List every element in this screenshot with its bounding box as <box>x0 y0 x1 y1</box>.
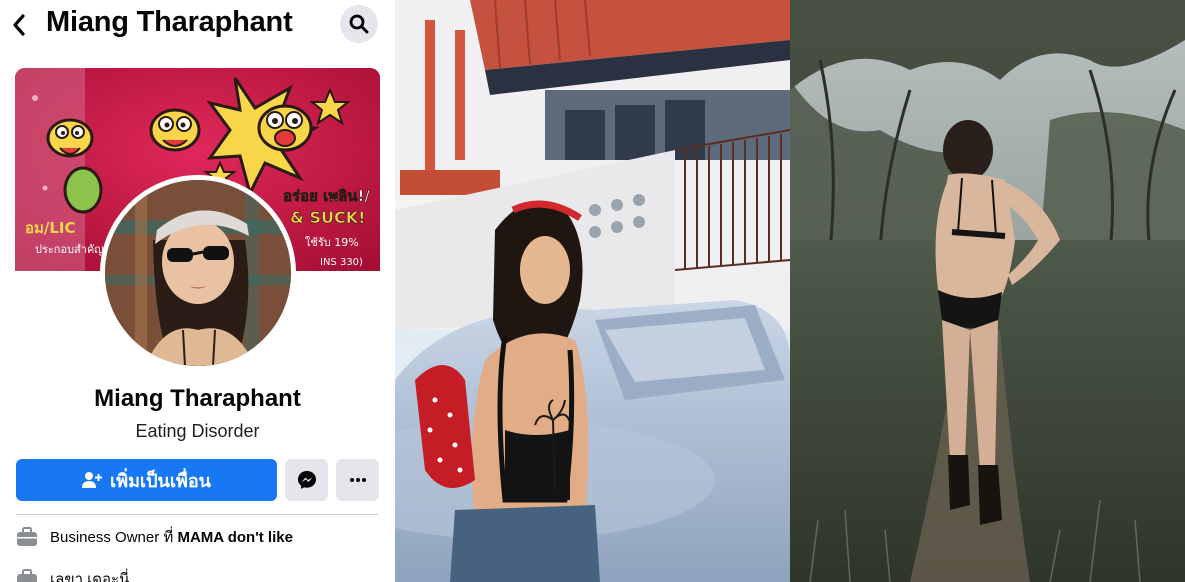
cover-text-line-5: ใช้รับ 19% <box>305 236 359 249</box>
work-prefix: Business Owner ที่ <box>50 529 174 546</box>
add-friend-button[interactable]: เพิ่มเป็นเพื่อน <box>16 459 277 501</box>
briefcase-icon <box>16 568 38 582</box>
add-friend-label: เพิ่มเป็นเพื่อน <box>110 470 211 491</box>
profile-bio: Eating Disorder <box>135 421 260 441</box>
profile-panel: Miang Tharaphant อร่อย เพลิน!/ & SUCK! อ… <box>0 0 395 582</box>
search-icon <box>349 14 369 34</box>
info-work: Business Owner ที่ MAMA don't like <box>16 524 293 550</box>
add-person-icon <box>82 472 103 488</box>
search-button[interactable] <box>340 5 378 43</box>
chevron-left-icon <box>13 14 25 36</box>
more-horizontal-icon <box>349 478 366 482</box>
avatar[interactable] <box>100 175 296 371</box>
cover-text-line-4: ประกอบสำคัญ <box>35 243 104 256</box>
back-button[interactable] <box>8 10 30 40</box>
top-bar: Miang Tharaphant <box>0 0 395 50</box>
info-row-2-text: เลขา เดอะนี่ <box>50 571 130 582</box>
work-place-link[interactable]: MAMA don't like <box>177 529 293 546</box>
cover-text-line-6: INS 330) <box>320 257 363 268</box>
profile-name: Miang Tharaphant <box>94 385 301 412</box>
page-title: Miang Tharaphant <box>46 6 293 38</box>
photo-street[interactable] <box>395 0 790 582</box>
photo-field[interactable] <box>790 0 1185 582</box>
briefcase-icon <box>16 526 38 548</box>
more-button[interactable] <box>336 459 379 501</box>
cover-text-line-1: อร่อย เพลิน!/ <box>283 187 370 205</box>
info-row-2: เลขา เดอะนี่ <box>16 566 129 582</box>
cover-text-line-2: & SUCK! <box>290 208 365 227</box>
messenger-icon <box>297 471 316 489</box>
divider <box>16 514 378 515</box>
avatar-photo <box>105 180 291 366</box>
messenger-button[interactable] <box>285 459 328 501</box>
cover-text-line-3: อม/LIC <box>25 219 76 237</box>
